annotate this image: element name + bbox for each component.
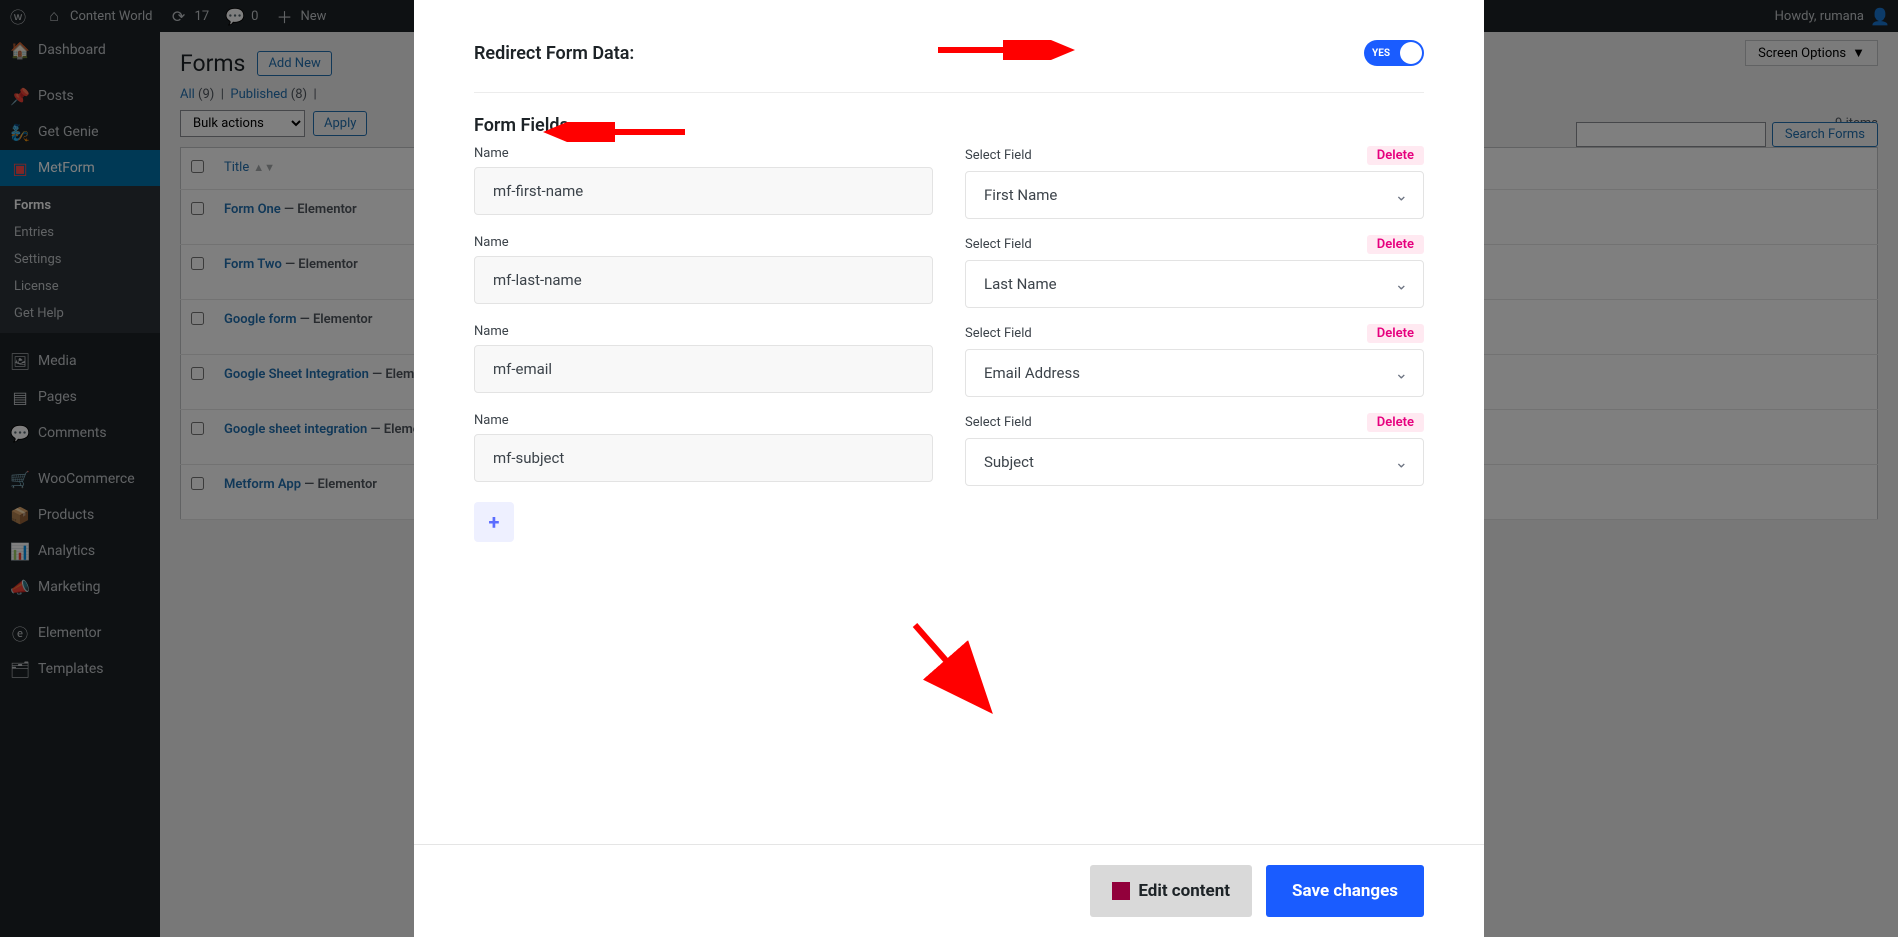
- delete-field-button[interactable]: Delete: [1367, 235, 1424, 254]
- field-name-input[interactable]: [474, 434, 933, 482]
- field-row: Name Select FieldDelete Last Name ⌄: [474, 235, 1424, 308]
- toggle-knob: [1400, 42, 1422, 64]
- redirect-label: Redirect Form Data:: [474, 43, 634, 64]
- delete-field-button[interactable]: Delete: [1367, 413, 1424, 432]
- name-label: Name: [474, 235, 509, 250]
- settings-modal: Redirect Form Data: YES Form Fields Name…: [414, 0, 1484, 937]
- name-label: Name: [474, 324, 509, 339]
- name-label: Name: [474, 146, 509, 161]
- field-select[interactable]: Subject: [965, 438, 1424, 486]
- select-label: Select Field: [965, 326, 1032, 341]
- select-label: Select Field: [965, 415, 1032, 430]
- add-field-button[interactable]: +: [474, 502, 514, 542]
- field-row: Name Select FieldDelete Email Address ⌄: [474, 324, 1424, 397]
- edit-content-button[interactable]: Edit content: [1090, 865, 1252, 917]
- select-label: Select Field: [965, 148, 1032, 163]
- field-name-input[interactable]: [474, 256, 933, 304]
- field-name-input[interactable]: [474, 345, 933, 393]
- field-select[interactable]: First Name: [965, 171, 1424, 219]
- form-fields-title: Form Fields: [474, 115, 1424, 136]
- redirect-toggle[interactable]: YES: [1364, 40, 1424, 66]
- name-label: Name: [474, 413, 509, 428]
- delete-field-button[interactable]: Delete: [1367, 324, 1424, 343]
- select-label: Select Field: [965, 237, 1032, 252]
- save-changes-button[interactable]: Save changes: [1266, 865, 1424, 917]
- delete-field-button[interactable]: Delete: [1367, 146, 1424, 165]
- field-row: Name Select FieldDelete First Name ⌄: [474, 146, 1424, 219]
- toggle-text: YES: [1372, 48, 1390, 59]
- redirect-section: Redirect Form Data: YES: [474, 30, 1424, 93]
- elementor-badge-icon: [1112, 882, 1130, 900]
- field-select[interactable]: Last Name: [965, 260, 1424, 308]
- field-select[interactable]: Email Address: [965, 349, 1424, 397]
- field-row: Name Select FieldDelete Subject ⌄: [474, 413, 1424, 486]
- field-name-input[interactable]: [474, 167, 933, 215]
